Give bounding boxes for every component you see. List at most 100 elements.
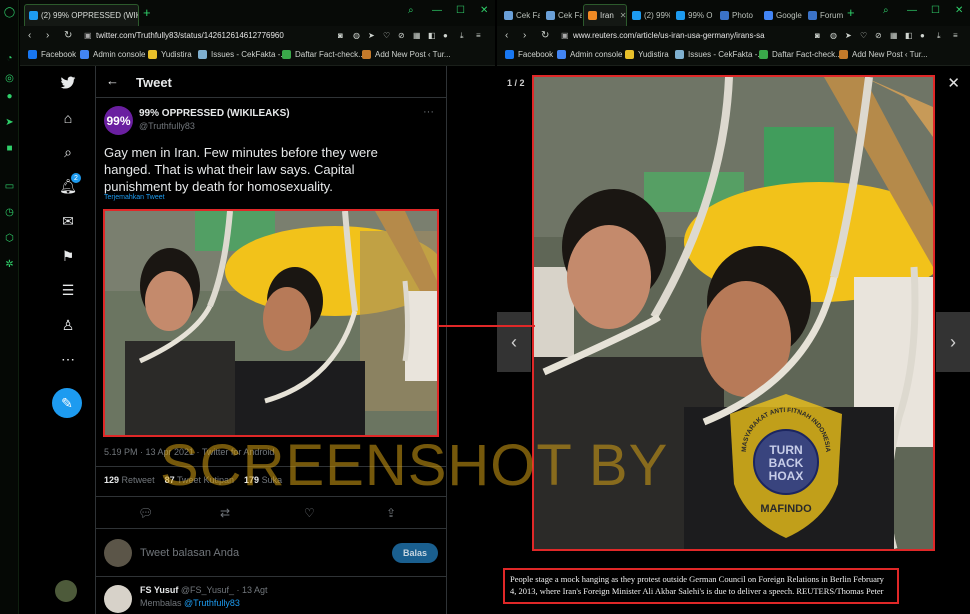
opera-logo-icon[interactable]: ◯ (3, 6, 16, 19)
author-avatar[interactable]: 99% (104, 106, 133, 135)
menu-icon[interactable]: ≡ (476, 31, 481, 40)
close-window-icon[interactable]: ✕ (480, 5, 488, 16)
adblock-icon[interactable]: ⊘ (398, 31, 405, 40)
snapshot-icon[interactable]: ▦ (890, 31, 898, 40)
send-icon[interactable]: ➤ (845, 31, 852, 40)
back-arrow-icon[interactable]: ← (106, 73, 119, 88)
search-icon[interactable]: ⌕ (883, 5, 889, 16)
tab-99[interactable]: 99% O (671, 4, 715, 26)
url-field[interactable]: www.reuters.com/article/us-iran-usa-germ… (573, 31, 805, 40)
bookmark-add-post[interactable]: Add New Post ‹ Tur... (362, 50, 451, 59)
heart-icon[interactable]: ♡ (383, 31, 390, 40)
minimize-icon[interactable]: — (432, 5, 442, 16)
settings-icon[interactable]: ✲ (3, 258, 16, 271)
profile-icon[interactable]: ● (920, 31, 925, 40)
tweet-photo[interactable] (103, 209, 439, 437)
tab-cek-fakta-1[interactable]: Cek Fak (499, 4, 541, 26)
share-icon[interactable]: ⇪ (386, 506, 396, 520)
bookmark-admin-console[interactable]: Admin console (80, 50, 145, 59)
bookmark-yudistira[interactable]: Yudistira (148, 50, 192, 59)
feed-icon[interactable]: ▭ (3, 180, 16, 193)
reply-icon[interactable]: 💬︎ (138, 506, 153, 520)
compose-tweet-button[interactable]: ✎ (52, 388, 82, 418)
tab-twitter[interactable]: (2) 99% OPPRESSED (WIKILE ✕ (24, 4, 139, 26)
translate-icon[interactable]: ◧ (428, 31, 436, 40)
tab-reuters[interactable]: Iran ✕ (583, 4, 627, 26)
reply-author-name[interactable]: FS Yusuf (140, 585, 178, 595)
forward-icon[interactable]: › (523, 30, 526, 41)
camera-icon[interactable]: ◙ (815, 31, 820, 40)
reply-input[interactable]: Tweet balasan Anda (140, 547, 239, 559)
lists-icon[interactable]: ☰ (59, 281, 77, 299)
tab-photo[interactable]: Photo (715, 4, 759, 26)
tweet-more-icon[interactable]: ··· (423, 106, 434, 118)
menu-icon[interactable]: ≡ (953, 31, 958, 40)
notifications-icon[interactable]: 🔔︎ 2 (59, 173, 81, 195)
vpn-icon[interactable]: ◍ (353, 31, 360, 40)
url-field[interactable]: twitter.com/Truthfully83/status/14261261… (96, 31, 328, 40)
maximize-icon[interactable]: ☐ (931, 5, 940, 16)
bookmark-admin-console[interactable]: Admin console (557, 50, 622, 59)
download-icon[interactable]: ⤓ (937, 31, 941, 41)
reply-author-handle[interactable]: @FS_Yusuf_ · 13 Agt (181, 585, 268, 595)
profile-icon[interactable]: ♙ (59, 316, 77, 334)
back-icon[interactable]: ‹ (505, 30, 508, 41)
account-avatar[interactable] (55, 580, 77, 602)
back-icon[interactable]: ‹ (28, 30, 31, 41)
translate-icon[interactable]: ◧ (905, 31, 913, 40)
bookmark-facebook[interactable]: Facebook (28, 50, 76, 59)
new-tab-icon[interactable]: + (143, 6, 151, 19)
twitter-bird-icon[interactable] (59, 74, 77, 92)
profile-icon[interactable]: ● (443, 31, 448, 40)
home-icon[interactable]: ⌂ (59, 109, 77, 127)
bookmark-facebook[interactable]: Facebook (505, 50, 553, 59)
minimize-icon[interactable]: — (907, 5, 917, 16)
tab-google[interactable]: Google (759, 4, 803, 26)
bookmark-fact-check[interactable]: Daftar Fact-check... (282, 50, 365, 59)
tab-forum[interactable]: Forum (803, 4, 847, 26)
bookmark-fact-check[interactable]: Daftar Fact-check... (759, 50, 842, 59)
close-tab-icon[interactable]: ✕ (620, 11, 626, 20)
bookmark-add-post[interactable]: Add New Post ‹ Tur... (839, 50, 928, 59)
close-window-icon[interactable]: ✕ (955, 5, 963, 16)
retweets-label[interactable]: Retweet (122, 475, 155, 485)
bookmark-issues[interactable]: Issues - CekFakta -... (675, 50, 764, 59)
author-handle[interactable]: @Truthfully83 (139, 121, 195, 131)
telegram-icon[interactable]: ➤ (3, 116, 16, 129)
bookmark-issues[interactable]: Issues - CekFakta -... (198, 50, 287, 59)
adblock-icon[interactable]: ⊘ (875, 31, 882, 40)
download-icon[interactable]: ⤓ (460, 31, 464, 41)
reload-icon[interactable]: ↻ (541, 30, 549, 41)
author-name[interactable]: 99% OPPRESSED (WIKILEAKS) (139, 108, 290, 119)
snapshot-icon[interactable]: ▦ (413, 31, 421, 40)
forward-icon[interactable]: › (46, 30, 49, 41)
new-tab-icon[interactable]: + (847, 6, 855, 19)
heart-icon[interactable]: ♡ (860, 31, 867, 40)
translate-link[interactable]: Terjemahkan Tweet (104, 194, 165, 201)
speed-dial-icon[interactable]: ◔ (3, 52, 16, 65)
whatsapp-icon[interactable]: ● (3, 90, 16, 103)
bookmark-yudistira[interactable]: Yudistira (625, 50, 669, 59)
send-icon[interactable]: ➤ (368, 31, 375, 40)
tab-twitter-2[interactable]: (2) 99% (627, 4, 671, 26)
extensions-icon[interactable]: ⬡ (3, 232, 16, 245)
explore-icon[interactable]: ⌕ (59, 143, 77, 161)
news-icon[interactable]: ◎ (3, 72, 16, 85)
maximize-icon[interactable]: ☐ (456, 5, 465, 16)
camera-icon[interactable]: ◙ (338, 31, 343, 40)
history-icon[interactable]: ◷ (3, 206, 16, 219)
replying-to-handle[interactable]: @Truthfully83 (184, 598, 240, 608)
gallery-close-icon[interactable]: ✕ (947, 74, 960, 92)
retweets-count[interactable]: 129 (104, 475, 119, 485)
reply-button[interactable]: Balas (392, 543, 438, 563)
next-photo-button[interactable]: › (936, 312, 970, 372)
messenger-icon[interactable]: ■ (3, 142, 16, 155)
reply-author-avatar[interactable] (104, 585, 132, 613)
bookmarks-icon[interactable]: ⚑ (59, 247, 77, 265)
vpn-icon[interactable]: ◍ (830, 31, 837, 40)
retweet-icon[interactable]: ⇄ (220, 506, 230, 520)
like-icon[interactable]: ♡ (304, 506, 315, 520)
tab-cek-fakta-2[interactable]: Cek Fa (541, 4, 583, 26)
search-icon[interactable]: ⌕ (408, 5, 414, 16)
messages-icon[interactable]: ✉ (59, 212, 77, 230)
